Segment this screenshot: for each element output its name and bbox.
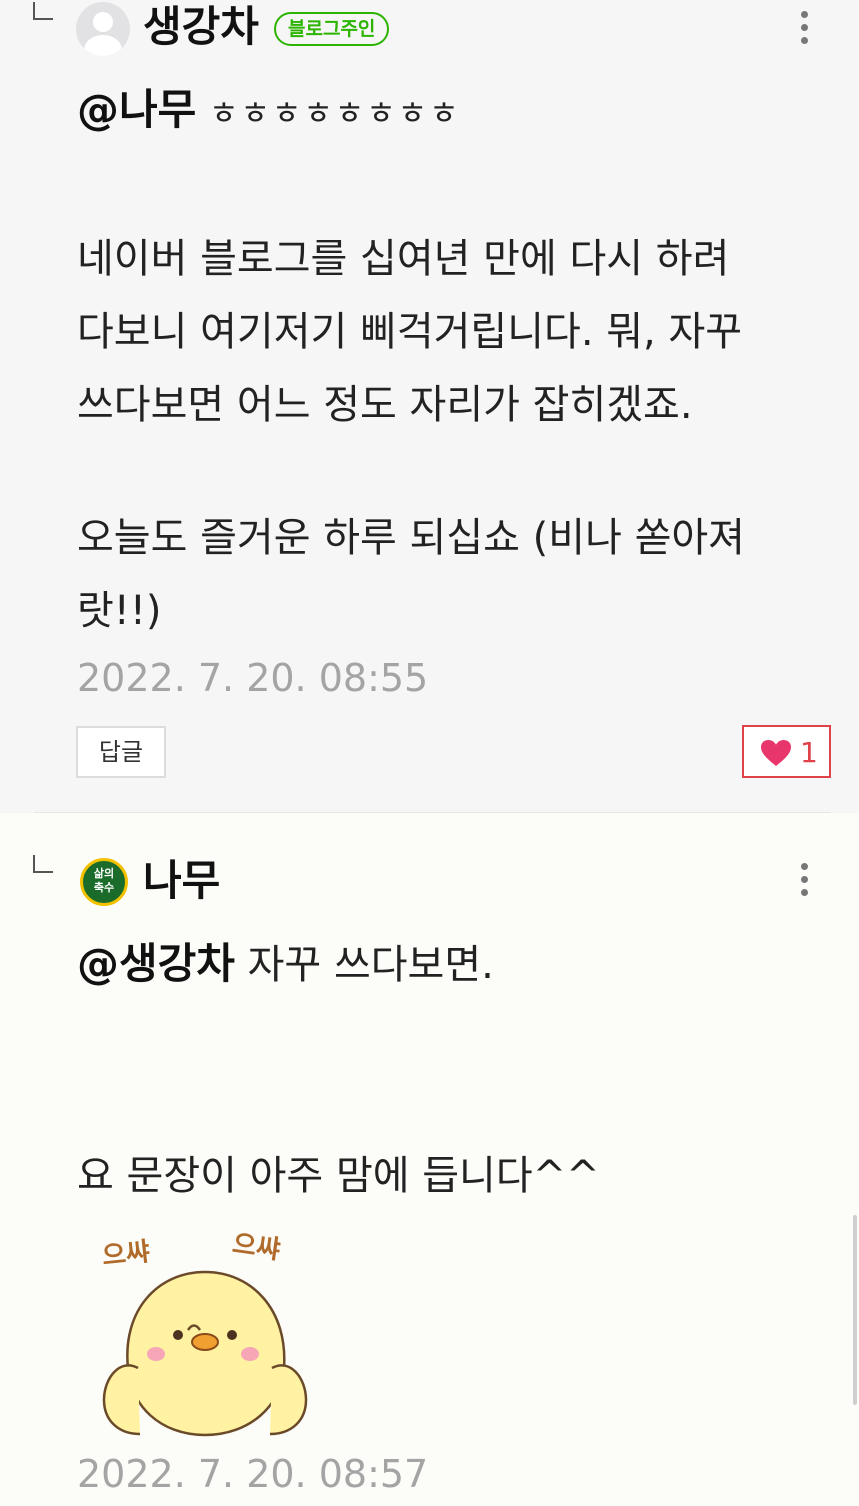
scrollbar[interactable]: [853, 1215, 857, 1405]
reply-button[interactable]: 답글: [76, 726, 166, 778]
chick-beak: [191, 1333, 219, 1351]
chick-sticker-image: 으쌰 으쌰: [101, 1230, 308, 1437]
mention[interactable]: @생강차: [77, 939, 235, 988]
chick-blush: [241, 1347, 259, 1361]
timestamp: 2022. 7. 20. 08:55: [77, 656, 429, 700]
heart-icon: [761, 740, 791, 766]
comment-item: 생강차 블로그주인 @나무 ㅎㅎㅎㅎㅎㅎㅎㅎ 네이버 블로그를 십여년 만에 다…: [0, 0, 859, 813]
comment-text: 자꾸 쓰다보면.: [234, 942, 494, 988]
comment-line: 다보니 여기저기 삐걱거립니다. 뭐, 자꾸: [77, 309, 743, 355]
like-count: 1: [800, 736, 818, 769]
comment-line: 쓰다보면 어느 정도 자리가 잡히겠죠.: [77, 382, 693, 428]
comment-line: 랏!!): [77, 588, 162, 634]
comment-first-line: @생강차 자꾸 쓰다보면.: [77, 927, 817, 1002]
comment-laugh: ㅎㅎㅎㅎㅎㅎㅎㅎ: [209, 94, 461, 132]
avatar[interactable]: [76, 2, 130, 56]
sticker-text-left: 으쌰: [101, 1237, 152, 1272]
chick-eye: [227, 1330, 237, 1340]
sticker-text-right: 으쌰: [230, 1230, 282, 1266]
avatar-text: 축수: [93, 881, 115, 894]
owner-badge: 블로그주인: [274, 12, 390, 46]
comment-body: @생강차 자꾸 쓰다보면.: [77, 927, 817, 1002]
comment-first-line: @나무 ㅎㅎㅎㅎㅎㅎㅎㅎ: [77, 73, 817, 150]
avatar-text: 삶의: [93, 867, 115, 880]
author-name[interactable]: 생강차: [143, 6, 259, 48]
reply-indent-icon: [33, 2, 53, 20]
chick-blush: [147, 1347, 165, 1361]
avatar[interactable]: 삶의 축수: [80, 858, 128, 906]
reply-indent-icon: [33, 855, 53, 873]
like-button[interactable]: 1: [742, 725, 831, 778]
timestamp: 2022. 7. 20. 08:57: [77, 1452, 429, 1496]
default-avatar-icon: [93, 12, 113, 32]
comment-body: @나무 ㅎㅎㅎㅎㅎㅎㅎㅎ 네이버 블로그를 십여년 만에 다시 하려 다보니 여…: [77, 73, 817, 648]
comment-line: 오늘도 즐거운 하루 되십쇼 (비나 쏟아져: [77, 515, 745, 561]
chick-eye: [173, 1330, 183, 1340]
more-options-icon[interactable]: [801, 11, 809, 50]
mention[interactable]: @나무: [77, 85, 196, 134]
comment-line: 요 문장이 아주 맘에 듭니다^^: [77, 1153, 600, 1199]
author-name[interactable]: 나무: [143, 860, 220, 902]
more-options-icon[interactable]: [801, 863, 809, 902]
comment-line: 네이버 블로그를 십여년 만에 다시 하려: [77, 236, 730, 282]
